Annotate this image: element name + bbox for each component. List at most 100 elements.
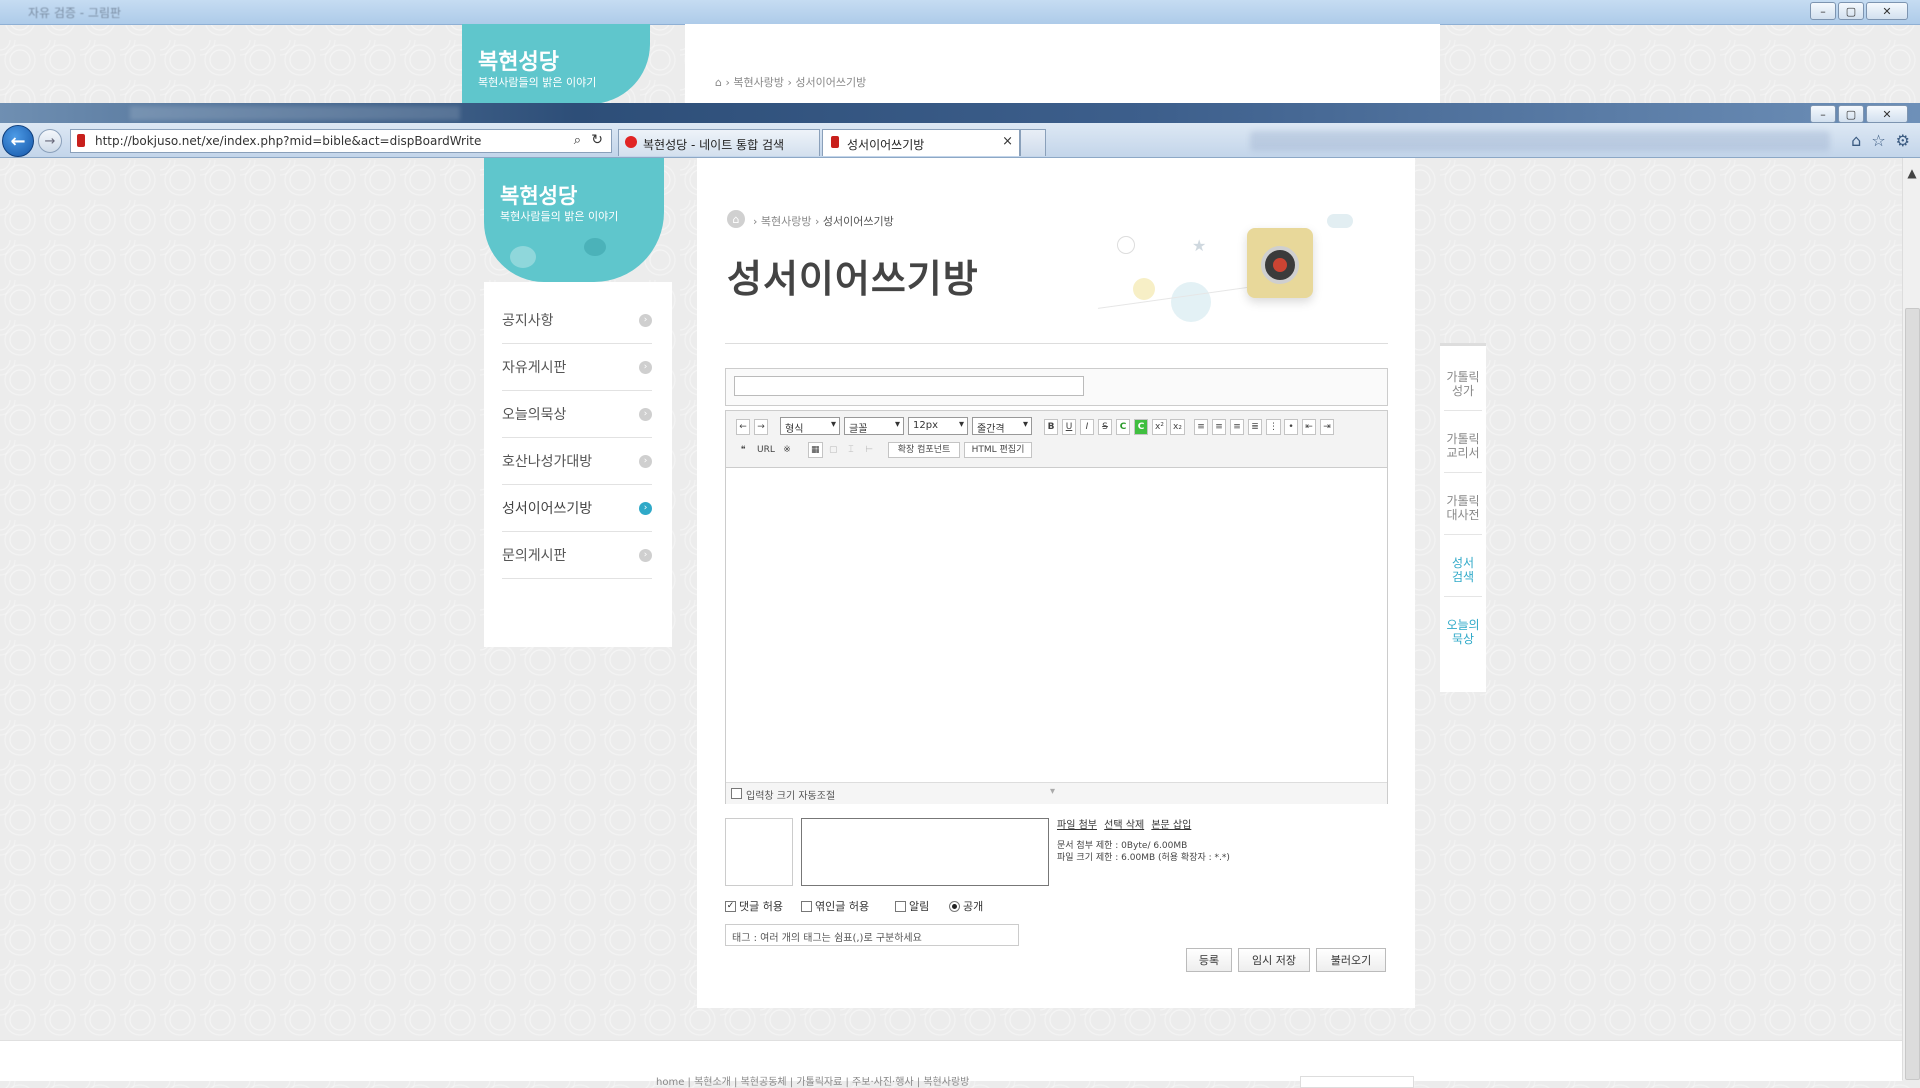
logo-decoration	[584, 238, 606, 256]
chevron-right-icon: ›	[639, 313, 652, 327]
close-button[interactable]: ✕	[1866, 105, 1908, 123]
auto-resize-checkbox[interactable]	[731, 788, 742, 799]
tab-close-icon[interactable]: ×	[1002, 134, 1013, 149]
allow-trackback-checkbox[interactable]	[801, 900, 812, 912]
font-size-select[interactable]: 12px ▾	[908, 417, 968, 435]
chevron-right-icon: ›	[639, 548, 652, 562]
maximize-button[interactable]: ▢	[1838, 105, 1864, 123]
font-color-button[interactable]: C	[1116, 419, 1130, 435]
favorites-star-icon[interactable]: ☆	[1871, 131, 1885, 150]
ordered-list-icon[interactable]: ⋮	[1266, 419, 1281, 435]
editor-content-area[interactable]	[726, 468, 1387, 782]
sidebar-item-hosanna-choir[interactable]: 호산나성가대방 ›	[502, 438, 652, 485]
background-content-panel: ⌂ › 복현사랑방 › 성서이어쓰기방	[685, 24, 1440, 104]
align-justify-icon[interactable]: ≣	[1248, 419, 1262, 435]
notify-option[interactable]: 알림	[895, 898, 929, 914]
search-icon[interactable]: ⌕	[574, 133, 581, 148]
outdent-icon[interactable]: ⇤	[1302, 419, 1316, 435]
scroll-up-icon[interactable]: ▲	[1903, 166, 1920, 180]
quick-link-label: 오늘의	[1446, 618, 1480, 632]
special-char-button[interactable]: ※	[780, 442, 794, 458]
notify-checkbox[interactable]	[895, 900, 906, 912]
address-url[interactable]: http://bokjuso.net/xe/index.php?mid=bibl…	[95, 134, 481, 148]
line-height-select[interactable]: 줄간격 ▾	[972, 417, 1032, 435]
tag-input[interactable]: 태그 : 여러 개의 태그는 쉼표(,)로 구분하세요	[725, 924, 1019, 946]
site-favicon-icon	[77, 134, 85, 147]
blockquote-button[interactable]: ❝	[736, 442, 750, 458]
back-button[interactable]: ←	[2, 125, 34, 157]
align-right-icon[interactable]: ≡	[1230, 419, 1244, 435]
indent-icon[interactable]: ⇥	[1320, 419, 1334, 435]
table-icon[interactable]: ▦	[808, 442, 823, 458]
site-logo[interactable]: 복현성당 복현사람들의 밝은 이야기	[484, 158, 664, 282]
breadcrumb-parent[interactable]: 복현사랑방	[761, 215, 812, 228]
title-input[interactable]	[734, 376, 1084, 396]
extend-component-button[interactable]: 확장 컴포넌트	[888, 442, 960, 458]
unordered-list-icon[interactable]: •	[1284, 419, 1298, 435]
load-button[interactable]: 불러오기	[1316, 948, 1386, 972]
minimize-button[interactable]: –	[1810, 2, 1836, 20]
superscript-button[interactable]: x²	[1152, 419, 1167, 435]
home-icon[interactable]: ⌂	[1851, 131, 1861, 150]
quick-link-catechism[interactable]: 가톨릭 교리서	[1440, 432, 1486, 460]
new-tab-button[interactable]	[1020, 129, 1046, 156]
background-color-button[interactable]: C	[1134, 419, 1148, 435]
quick-link-catholic-hymn[interactable]: 가톨릭 성가	[1440, 370, 1486, 398]
align-center-icon[interactable]: ≡	[1212, 419, 1226, 435]
page-scrollbar[interactable]: ▲	[1902, 158, 1920, 1080]
quick-links-widget: 가톨릭 성가 가톨릭 교리서 가톨릭 대사전 성서 검색 오늘의 묵상	[1440, 343, 1486, 692]
quick-link-bible-search[interactable]: 성서 검색	[1440, 556, 1486, 584]
footer-select[interactable]	[1300, 1076, 1414, 1088]
close-button[interactable]: ✕	[1866, 2, 1908, 20]
attach-file-link[interactable]: 파일 첨부	[1057, 820, 1097, 831]
tab-bible-writing[interactable]: 성서이어쓰기방 ×	[822, 129, 1020, 156]
redo-button[interactable]: →	[754, 419, 768, 435]
italic-button[interactable]: I	[1080, 419, 1094, 435]
public-option[interactable]: 공개	[949, 898, 983, 914]
delete-selected-link[interactable]: 선택 삭제	[1104, 820, 1144, 831]
undo-button[interactable]: ←	[736, 419, 750, 435]
format-select[interactable]: 형식 ▾	[780, 417, 840, 435]
footer-links[interactable]: home | 복현소개 | 복현공동체 | 가톨릭자료 | 주보·사진·행사 |…	[656, 1073, 969, 1088]
sidebar-item-free-board[interactable]: 자유게시판 ›	[502, 344, 652, 391]
align-left-icon[interactable]: ≡	[1194, 419, 1208, 435]
sidebar-item-notice[interactable]: 공지사항 ›	[502, 297, 652, 344]
quick-link-daily-meditation[interactable]: 오늘의 묵상	[1440, 618, 1486, 646]
attachment-file-list[interactable]	[801, 818, 1049, 886]
allow-trackback-label: 엮인글 허용	[815, 900, 870, 913]
link-url-button[interactable]: URL	[754, 442, 778, 458]
forward-button[interactable]: →	[38, 129, 62, 153]
sidebar-item-inquiry[interactable]: 문의게시판 ›	[502, 532, 652, 579]
maximize-button[interactable]: ▢	[1838, 2, 1864, 20]
temp-save-button[interactable]: 임시 저장	[1238, 948, 1310, 972]
refresh-icon[interactable]: ↻	[591, 132, 603, 148]
tab-nate-search[interactable]: 복현성당 - 네이트 통합 검색	[618, 129, 820, 156]
background-site-logo: 복현성당 복현사람들의 밝은 이야기	[462, 24, 650, 104]
quick-link-encyclopedia[interactable]: 가톨릭 대사전	[1440, 494, 1486, 522]
address-bar[interactable]: http://bokjuso.net/xe/index.php?mid=bibl…	[70, 129, 612, 153]
public-radio[interactable]	[949, 900, 960, 912]
toolbar-blurred-area	[1250, 131, 1830, 151]
allow-trackback-option[interactable]: 엮인글 허용	[801, 898, 869, 914]
home-icon[interactable]: ⌂	[727, 210, 745, 228]
background-window-titlebar: 자유 검증 - 그림판 – ▢ ✕	[0, 0, 1920, 25]
font-select[interactable]: 글꼴 ▾	[844, 417, 904, 435]
submit-button[interactable]: 등록	[1186, 948, 1232, 972]
bold-button[interactable]: B	[1044, 419, 1058, 435]
underline-button[interactable]: U	[1062, 419, 1076, 435]
widget-divider	[1444, 596, 1482, 597]
insert-into-body-link[interactable]: 본문 삽입	[1151, 820, 1191, 831]
minimize-button[interactable]: –	[1810, 105, 1836, 123]
allow-comment-checkbox[interactable]: ✓	[725, 900, 736, 912]
sidebar-item-meditation[interactable]: 오늘의묵상 ›	[502, 391, 652, 438]
strikethrough-button[interactable]: S	[1098, 419, 1112, 435]
allow-comment-option[interactable]: ✓ 댓글 허용	[725, 898, 783, 914]
scroll-thumb[interactable]	[1905, 308, 1920, 1080]
subscript-button[interactable]: x₂	[1170, 419, 1185, 435]
tab-label: 복현성당 - 네이트 통합 검색	[643, 138, 785, 152]
gear-icon[interactable]: ⚙	[1896, 131, 1910, 150]
sidebar-item-bible-writing[interactable]: 성서이어쓰기방 ›	[502, 485, 652, 532]
html-editor-button[interactable]: HTML 편집기	[964, 442, 1032, 458]
decoration-circle	[1117, 236, 1135, 254]
resize-handle-icon[interactable]: ▾	[1050, 786, 1055, 797]
